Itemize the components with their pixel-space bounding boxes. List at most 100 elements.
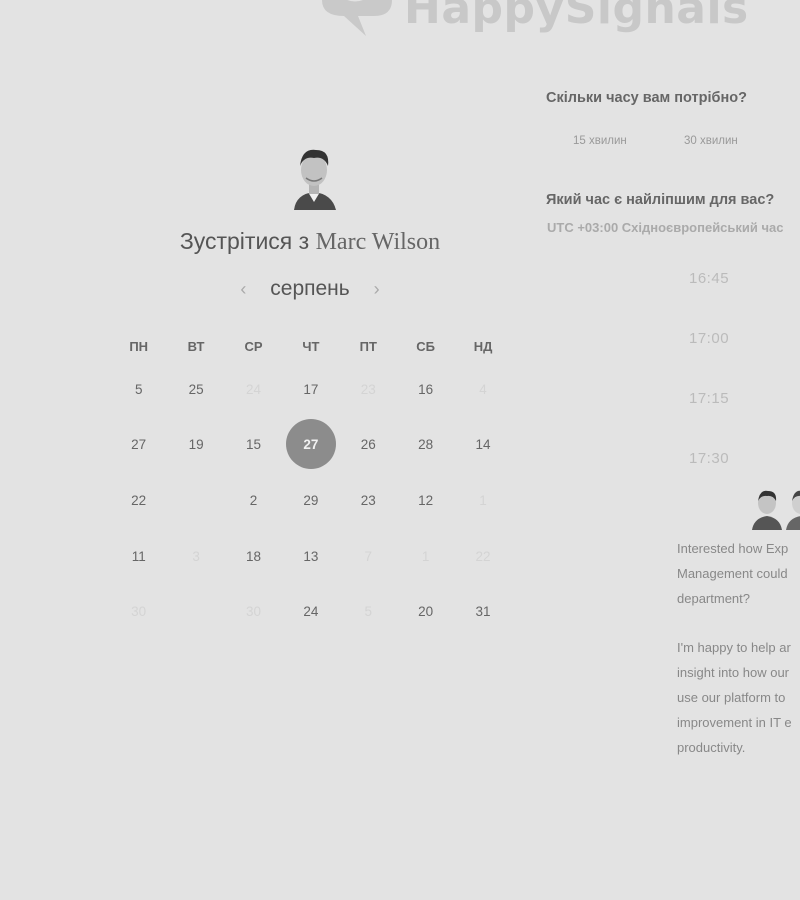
calendar-day[interactable]: 19	[167, 419, 224, 471]
host-description: Interested how Exp Management could depa…	[677, 537, 800, 785]
calendar-day-number: 5	[134, 381, 143, 397]
calendar-day[interactable]: 17	[282, 364, 339, 416]
weekday-label: НД	[473, 339, 493, 354]
weekday-header: ПН ВТ СР ЧТ ПТ СБ НД	[110, 332, 512, 362]
description-line: I'm happy to help ar	[677, 640, 791, 656]
weekday-label: ПН	[129, 339, 149, 354]
calendar-day	[167, 586, 224, 638]
meeting-title-prefix: Зустрітися з	[179, 228, 310, 254]
calendar-day[interactable]: 2	[225, 475, 282, 527]
calendar-day[interactable]: 20	[397, 586, 454, 638]
chevron-left-icon[interactable]: ‹	[240, 279, 246, 300]
chevron-right-icon[interactable]: ›	[374, 279, 380, 300]
weekday-label: СР	[244, 339, 263, 354]
calendar-day-number: 5	[364, 604, 373, 620]
timezone-selector[interactable]: UTC +03:00 Східноєвропейський час	[547, 220, 784, 235]
calendar-day-number: 1	[479, 492, 487, 508]
calendar-day-number: 23	[360, 381, 376, 397]
team-member-avatar	[752, 490, 782, 530]
description-line: insight into how our	[677, 665, 790, 681]
time-question: Який час є найліпшим для вас?	[546, 192, 775, 208]
calendar-day: 30	[110, 586, 167, 638]
calendar-day-number: 7	[364, 548, 373, 564]
duration-option-15[interactable]: 15 хвилин	[573, 135, 627, 147]
logo-wordmark: HappySignals	[404, 0, 749, 34]
calendar-grid: ПН ВТ СР ЧТ ПТ СБ НД 5 25 24 17 23 16 4 27 19 15 2…	[110, 332, 512, 640]
calendar-day-selected[interactable]: 27	[282, 419, 339, 471]
host-name: Marc Wilson	[315, 229, 441, 255]
calendar-day-number: 12	[418, 492, 434, 508]
calendar-day[interactable]: 26	[340, 419, 397, 471]
happysignals-logo: HappySignals	[320, 0, 749, 38]
calendar-day: 1	[454, 475, 511, 527]
calendar-day-number: 11	[131, 548, 146, 564]
calendar-day-number: 20	[418, 604, 434, 620]
team-member-avatar	[786, 490, 800, 530]
calendar-day-number: 29	[303, 492, 319, 508]
host-avatar	[294, 149, 336, 210]
weekday-label: ЧТ	[302, 339, 320, 354]
calendar-day-number: 27	[303, 437, 319, 453]
calendar-day[interactable]: 23	[340, 475, 397, 527]
speech-bubble-logo-icon	[322, 0, 392, 36]
calendar-day[interactable]: 28	[397, 419, 454, 471]
calendar-day-number: 1	[421, 548, 430, 564]
calendar-day: 5	[340, 586, 397, 638]
calendar-day[interactable]: 29	[282, 475, 339, 527]
calendar-day: 3	[167, 531, 224, 583]
calendar-day	[167, 475, 224, 527]
calendar-day-number: 25	[188, 381, 204, 397]
weekday-label: ПТ	[359, 339, 377, 354]
calendar-day-number: 23	[360, 492, 376, 508]
calendar-day[interactable]: 16	[397, 364, 454, 416]
description-line: department?	[677, 590, 750, 606]
calendar-week: 5 25 24 17 23 16 4	[110, 362, 512, 418]
calendar-day-number: 22	[475, 548, 491, 564]
time-slot[interactable]: 17:30	[689, 450, 729, 467]
time-slot[interactable]: 17:15	[689, 390, 729, 407]
calendar-day-number: 14	[475, 437, 491, 453]
duration-option-30[interactable]: 30 хвилин	[684, 135, 738, 147]
calendar-day-number: 24	[245, 381, 261, 397]
calendar-day[interactable]: 5	[110, 364, 167, 416]
calendar-week: 27 19 15 27 26 28 14	[110, 418, 512, 474]
calendar-day[interactable]: 25	[167, 364, 224, 416]
weekday-label: ВТ	[187, 339, 205, 354]
calendar-day: 23	[340, 364, 397, 416]
description-line: Interested how Exp	[677, 541, 789, 556]
calendar-day[interactable]: 11	[110, 531, 167, 583]
calendar-day: 22	[454, 531, 511, 583]
calendar-day-number: 22	[131, 492, 147, 508]
calendar-day: 1	[397, 531, 454, 583]
calendar-day-number: 26	[360, 437, 376, 453]
meeting-title: Зустрітися з Marc Wilson	[0, 228, 620, 256]
calendar-day[interactable]: 27	[110, 419, 167, 471]
calendar-day: 4	[454, 364, 511, 416]
calendar-day[interactable]: 12	[397, 475, 454, 527]
calendar-day-number: 17	[303, 381, 319, 397]
calendar-day-number: 18	[245, 548, 261, 564]
description-line: productivity.	[677, 739, 746, 755]
calendar-day[interactable]: 15	[225, 419, 282, 471]
calendar-day-number: 13	[303, 548, 319, 564]
calendar-day[interactable]: 13	[282, 531, 339, 583]
calendar-day: 24	[225, 364, 282, 416]
calendar-day[interactable]: 18	[225, 531, 282, 583]
time-slot[interactable]: 16:45	[689, 270, 729, 287]
calendar-day: 7	[340, 531, 397, 583]
time-slot[interactable]: 17:00	[689, 330, 729, 347]
calendar-day-number: 30	[245, 604, 261, 620]
calendar-day[interactable]: 24	[282, 586, 339, 638]
calendar-day-number: 30	[131, 604, 147, 620]
calendar-day[interactable]: 31	[454, 586, 511, 638]
calendar-day[interactable]: 22	[110, 475, 167, 527]
description-line: use our platform to	[677, 689, 786, 705]
calendar-day-number: 24	[303, 604, 319, 620]
weekday-label: СБ	[416, 339, 436, 354]
description-paragraph: Interested how Exp Management could depa…	[677, 537, 800, 611]
calendar-day-number: 2	[249, 492, 258, 508]
calendar-day[interactable]: 14	[454, 419, 511, 471]
calendar-week: 11 3 18 13 7 1 22	[110, 529, 512, 585]
calendar-day-number: 28	[418, 437, 434, 453]
calendar-day-number: 15	[245, 437, 261, 453]
